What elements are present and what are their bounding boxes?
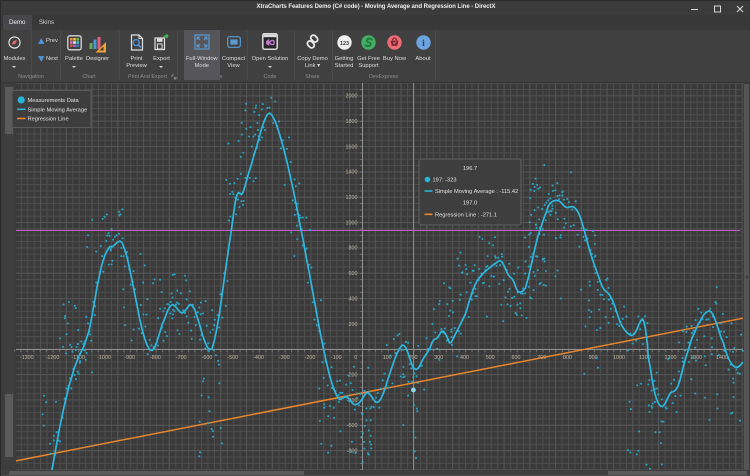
svg-text:Simple Moving Average: Simple Moving Average [28, 108, 88, 114]
svg-text:196.7: 196.7 [463, 166, 477, 172]
svg-text:197: -323: 197: -323 [433, 178, 457, 184]
svg-text:Measurements Data: Measurements Data [28, 98, 80, 104]
svg-text:197.0: 197.0 [463, 201, 477, 207]
svg-text:Regression Line : -271.1: Regression Line : -271.1 [435, 213, 497, 219]
svg-text:Regression Line: Regression Line [28, 117, 69, 123]
svg-text:Simple Moving Average : -115.4: Simple Moving Average : -115.42 [435, 189, 518, 195]
